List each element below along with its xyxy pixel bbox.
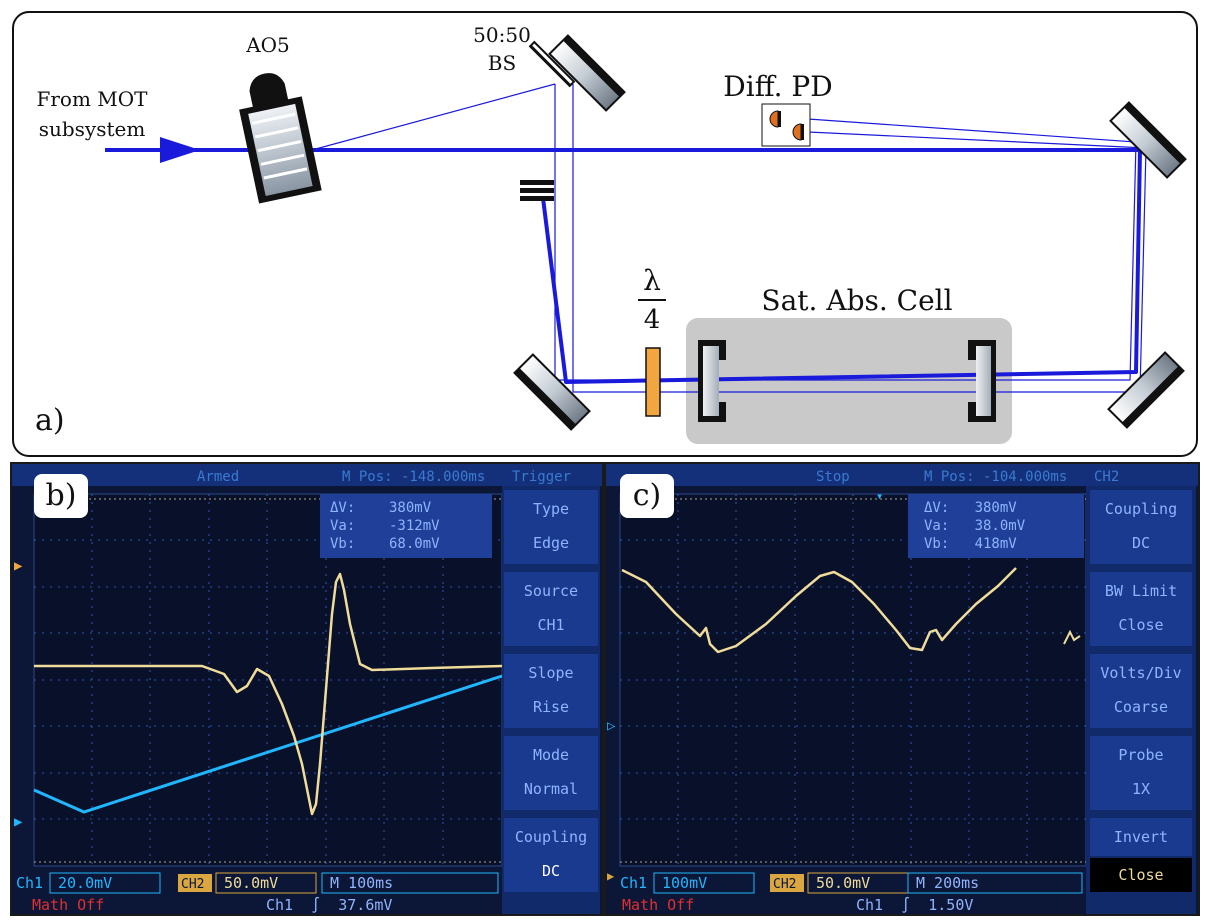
scope-b-ch1-marker: ▶ <box>14 814 23 830</box>
scope-c-menu-2-value: Coarse <box>1114 698 1168 716</box>
quarter-waveplate <box>645 347 661 417</box>
scope-b-status: Armed <box>197 469 239 485</box>
beam-dump <box>520 180 554 201</box>
aom-label: AO5 <box>245 33 290 57</box>
scope-b-menu-4-value: DC <box>542 862 560 880</box>
scope-b-ch2-marker: ▶ <box>14 558 23 574</box>
panel-b-label-box: b) <box>34 474 88 518</box>
scope-c-trigger: Ch1 ∫ 1.50V <box>856 896 973 914</box>
scope-screen-b: Armed M Pos: -148.000ms Trigger ΔV: 380m… <box>12 464 602 914</box>
scope-c-menu-1-value: Close <box>1118 616 1163 634</box>
scope-c-menu-0-value: DC <box>1132 534 1150 552</box>
scope-screen-c: Stop M Pos: -104.000ms CH2 ΔV: 380mV Va:… <box>606 464 1198 914</box>
scope-b-menu: Type Edge Source CH1 Slope Rise Mode Nor… <box>504 490 598 892</box>
optical-setup-diagram: a) From MOT subsystem AO5 50:50 BS Diff.… <box>12 11 1198 457</box>
cell-label: Sat. Abs. Cell <box>761 284 952 317</box>
scope-b-menu-3-title: Mode <box>533 746 569 764</box>
scope-b-mode: Trigger <box>512 469 571 485</box>
scope-b-menu-3-value: Normal <box>524 780 578 798</box>
scope-b-ch2-scale: 50.0mV <box>224 874 278 892</box>
scope-b-ch1-scale: 20.0mV <box>58 874 112 892</box>
scope-c-trigger-marker: ▾ <box>876 489 883 503</box>
scope-c-menu-3-value: 1X <box>1132 780 1150 798</box>
scope-c-menu-0-title: Coupling <box>1105 500 1177 518</box>
scope-c-ch2-scale: 50.0mV <box>816 874 870 892</box>
scope-b-va: Va: -312mV <box>330 518 440 534</box>
scope-b-vb: Vb: 68.0mV <box>330 536 440 552</box>
scope-c-menu: Coupling DC BW Limit Close Volts/Div Coa… <box>1090 490 1192 892</box>
scope-c-mode: CH2 <box>1094 469 1119 485</box>
scope-c-menu-3-title: Probe <box>1118 746 1163 764</box>
scope-b-menu-1-title: Source <box>524 582 578 600</box>
source-label-line2: subsystem <box>39 117 146 141</box>
scope-c-va: Va: 38.0mV <box>924 518 1026 534</box>
panel-a-label: a) <box>35 403 65 438</box>
scope-b-menu-2-title: Slope <box>528 664 573 682</box>
scope-b-menu-0-value: Edge <box>533 534 569 552</box>
scope-b-trigger: Ch1 ∫ 37.6mV <box>266 896 392 914</box>
scope-b-time-scale: M 100ms <box>330 874 393 892</box>
source-label-line1: From MOT <box>36 87 148 111</box>
scope-c-ch1-scale: 100mV <box>662 874 707 892</box>
scope-b-dv: ΔV: 380mV <box>330 500 432 516</box>
waveplate-denominator: 4 <box>644 305 661 335</box>
scope-c-status: Stop <box>816 469 850 485</box>
scope-b-menu-4-title: Coupling <box>515 828 587 846</box>
scope-b-ch2-label: CH2 <box>181 877 204 892</box>
scope-panel-c: Stop M Pos: -104.000ms CH2 ΔV: 380mV Va:… <box>604 462 1200 916</box>
scope-c-pos: M Pos: -104.000ms <box>924 469 1067 485</box>
scope-c-ch1-marker: ▷ <box>607 718 616 734</box>
scope-b-menu-1-value: CH1 <box>537 616 564 634</box>
scope-c-menu-1-title: BW Limit <box>1105 582 1177 600</box>
bs-label-line2: BS <box>488 51 516 75</box>
pd-label: Diff. PD <box>723 70 832 103</box>
scope-b-pos: M Pos: -148.000ms <box>342 469 485 485</box>
scope-b-menu-2-value: Rise <box>533 698 569 716</box>
scope-panel-b: Armed M Pos: -148.000ms Trigger ΔV: 380m… <box>10 462 604 916</box>
scope-c-dv: ΔV: 380mV <box>924 500 1017 516</box>
scope-c-menu-2-title: Volts/Div <box>1100 664 1181 682</box>
scope-c-vb: Vb: 418mV <box>924 536 1017 552</box>
scope-b-menu-0-title: Type <box>533 500 569 518</box>
panel-c-label-box: c) <box>620 474 674 518</box>
scope-c-ch2-marker: ▶ <box>607 869 615 883</box>
scope-c-menu-4-title: Invert <box>1114 828 1168 846</box>
scope-c-math: Math Off <box>622 896 694 914</box>
waveplate-numerator: λ <box>643 264 661 297</box>
bs-label-line1: 50:50 <box>473 23 531 47</box>
scope-c-time-scale: M 200ms <box>916 874 979 892</box>
scope-c-menu-4-value: Close <box>1118 866 1163 884</box>
diff-photodiode <box>761 103 811 147</box>
scope-b-ch1-label: Ch1 <box>16 874 43 892</box>
scope-c-ch1-label: Ch1 <box>620 874 647 892</box>
scope-b-math: Math Off <box>32 896 104 914</box>
scope-c-ch2-label: CH2 <box>773 877 796 892</box>
